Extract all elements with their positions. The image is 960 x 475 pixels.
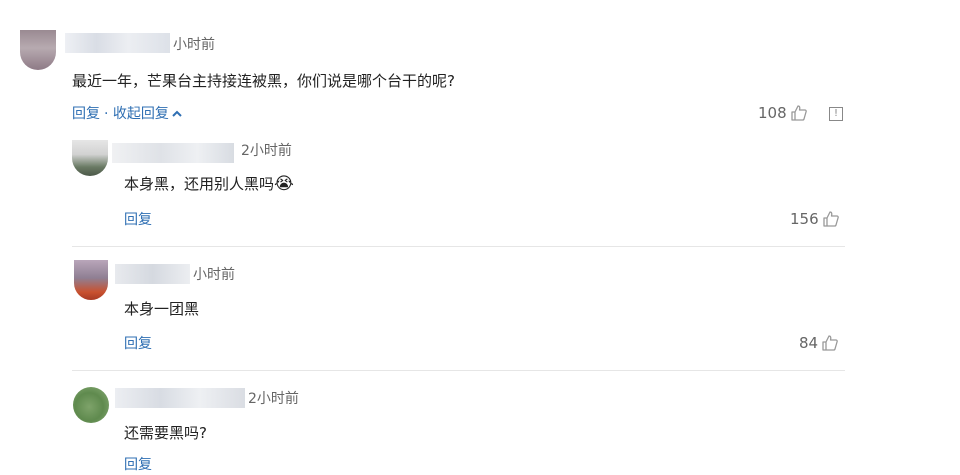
reply-button[interactable]: 回复 <box>124 210 152 230</box>
comment-time: 小时前 <box>173 37 215 53</box>
thumbs-up-icon <box>821 334 839 352</box>
like-button[interactable]: 84 <box>799 333 839 353</box>
like-button[interactable]: 108 <box>758 103 808 123</box>
reply-button[interactable]: 回复 <box>72 104 100 124</box>
avatar[interactable] <box>74 260 108 300</box>
avatar[interactable] <box>72 140 108 176</box>
reply-text-content: 本身黑，还用别人黑吗 <box>124 175 275 193</box>
like-button[interactable]: 156 <box>790 209 840 229</box>
reply-time: 2小时前 <box>248 391 299 407</box>
collapse-replies-label: · 收起回复 <box>104 106 169 122</box>
thumbs-up-icon <box>822 210 840 228</box>
reply-text: 还需要黑吗? <box>124 424 207 442</box>
like-count: 84 <box>799 334 819 352</box>
crying-emoji-icon: 😭 <box>274 174 294 194</box>
chevron-up-icon <box>172 104 182 124</box>
divider <box>72 370 845 371</box>
comment-text: 最近一年，芒果台主持接连被黑，你们说是哪个台干的呢? <box>72 72 455 90</box>
username-blurred[interactable] <box>65 33 170 53</box>
divider <box>72 246 845 247</box>
thumbs-up-icon <box>790 104 808 122</box>
reply-time: 小时前 <box>193 267 235 283</box>
reply-text: 本身一团黑 <box>124 300 200 318</box>
report-icon[interactable]: ! <box>829 107 843 121</box>
username-blurred[interactable] <box>115 388 245 408</box>
like-count: 108 <box>758 104 787 122</box>
avatar[interactable] <box>73 387 109 423</box>
like-count: 156 <box>790 210 819 228</box>
reply-text: 本身黑，还用别人黑吗😭 <box>124 174 294 194</box>
reply-button[interactable]: 回复 <box>124 334 152 354</box>
username-blurred[interactable] <box>112 143 234 163</box>
reply-time: 2小时前 <box>241 143 292 159</box>
username-blurred[interactable] <box>115 264 190 284</box>
collapse-replies-button[interactable]: · 收起回复 <box>104 104 182 124</box>
avatar[interactable] <box>20 30 56 70</box>
reply-button[interactable]: 回复 <box>124 455 152 475</box>
